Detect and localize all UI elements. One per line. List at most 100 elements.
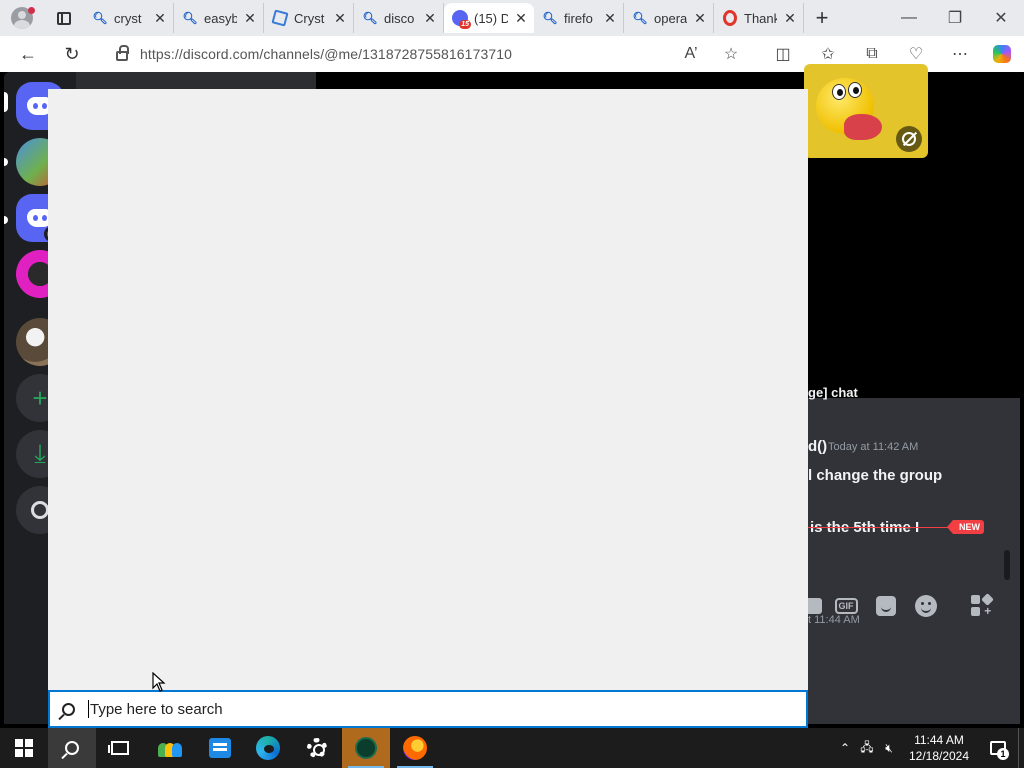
more-menu-button[interactable]: ⋯ [942, 36, 978, 72]
lock-icon[interactable] [104, 45, 140, 61]
collections-icon: ⧉ [866, 45, 878, 62]
close-icon[interactable]: ✕ [333, 10, 347, 27]
tab-thank[interactable]: Thank ✕ [714, 3, 804, 33]
sticker-image[interactable] [804, 64, 928, 158]
settings-button[interactable] [293, 728, 341, 768]
browser-tab-bar: 🔍︎ cryst ✕ 🔍︎ easyb ✕ Cryst ✕ 🔍︎ disco ✕… [0, 0, 1024, 36]
new-tab-button[interactable]: + [804, 0, 840, 36]
refresh-button[interactable]: ↻ [50, 36, 94, 72]
profile-button[interactable] [0, 0, 44, 36]
close-icon[interactable]: ✕ [693, 10, 707, 27]
selected-pill [4, 92, 8, 112]
network-icon[interactable]: 🖧︎ [856, 728, 878, 768]
tab-disco[interactable]: 🔍︎ disco ✕ [354, 3, 444, 33]
clock-date: 12/18/2024 [908, 749, 970, 763]
sticker-button[interactable] [874, 594, 898, 618]
opera-icon [722, 10, 738, 26]
crystal-app-icon [355, 737, 377, 759]
window-controls: — ❐ ✕ [886, 0, 1024, 36]
close-icon[interactable]: ✕ [514, 10, 528, 27]
tab-actions-button[interactable] [44, 0, 84, 36]
clock-time: 11:44 AM [914, 733, 964, 747]
plus-icon: + [32, 382, 48, 413]
apps-icon: + [971, 593, 994, 617]
address-bar[interactable]: https://discord.com/channels/@me/1318728… [104, 40, 754, 68]
windows-taskbar: ⌃ 🖧︎ 🔇︎ 11:44 AM 12/18/2024 1 [0, 728, 1024, 768]
close-window-button[interactable]: ✕ [978, 0, 1024, 36]
tab-label: firefo [564, 10, 593, 26]
favorite-button[interactable]: ☆ [713, 36, 749, 72]
notification-count: 1 [997, 748, 1009, 760]
taskbar-search-button[interactable] [48, 728, 96, 768]
split-screen-button[interactable]: ◫ [765, 36, 801, 72]
system-tray: ⌃ 🖧︎ 🔇︎ 11:44 AM 12/18/2024 1 [834, 728, 1024, 768]
copilot-button[interactable] [984, 36, 1020, 72]
search-icon: 🔍︎ [632, 11, 648, 25]
tab-label: easyb [204, 10, 237, 26]
refresh-icon: ↻ [64, 43, 80, 64]
crystal-icon [271, 9, 289, 27]
search-input[interactable] [89, 700, 689, 718]
firefox-button[interactable] [391, 728, 439, 768]
edge-button[interactable] [244, 728, 292, 768]
tab-easyb[interactable]: 🔍︎ easyb ✕ [174, 3, 264, 33]
clock[interactable]: 11:44 AM 12/18/2024 [900, 732, 978, 764]
star-icon: ☆ [723, 46, 739, 63]
crystal-app-button[interactable] [342, 728, 390, 768]
people-app-button[interactable] [146, 728, 194, 768]
tab-cryst[interactable]: 🔍︎ cryst ✕ [84, 3, 174, 33]
tab-discord[interactable]: (15) D ✕ [444, 3, 534, 33]
back-button[interactable]: ← [6, 36, 50, 72]
people-app-icon [158, 739, 182, 757]
unread-pill [4, 216, 8, 224]
tab-crystal[interactable]: Cryst ✕ [264, 3, 354, 33]
close-icon[interactable]: ✕ [603, 10, 617, 27]
left-eye [832, 84, 846, 100]
gif-button[interactable]: GIF [834, 594, 858, 618]
whiteboard-app-button[interactable] [196, 728, 244, 768]
restore-button[interactable]: ❐ [932, 0, 978, 36]
task-view-button[interactable] [96, 728, 144, 768]
task-view-icon [108, 741, 129, 755]
show-hidden-icons-button[interactable]: ⌃ [834, 728, 856, 768]
tab-firefox[interactable]: 🔍︎ firefo ✕ [534, 3, 624, 33]
close-icon[interactable]: ✕ [783, 10, 797, 27]
apps-button[interactable]: + [970, 593, 994, 618]
message-author[interactable]: d() [808, 438, 827, 455]
show-desktop-button[interactable] [1018, 728, 1024, 768]
gif-icon: GIF [834, 598, 858, 614]
minimize-button[interactable]: — [886, 0, 932, 36]
sticker-icon [876, 596, 896, 616]
start-icon [15, 739, 33, 757]
close-icon[interactable]: ✕ [153, 10, 167, 27]
smile-icon [915, 595, 937, 617]
unread-pill [4, 158, 8, 166]
url-text[interactable]: https://discord.com/channels/@me/1318728… [140, 46, 512, 62]
start-search-panel [48, 89, 808, 690]
search-icon: 🔍︎ [182, 11, 198, 25]
windows-search-box[interactable] [48, 690, 808, 728]
profile-notification-dot [28, 7, 35, 14]
hide-spoiler-icon[interactable] [896, 126, 922, 152]
close-icon[interactable]: ✕ [243, 10, 257, 27]
start-button[interactable] [0, 728, 48, 768]
volume-icon[interactable]: 🔇︎ [878, 728, 900, 768]
search-icon: 🔍︎ [542, 11, 558, 25]
new-badge: NEW [947, 520, 984, 534]
search-icon [65, 741, 79, 755]
read-aloud-button[interactable]: A’ [673, 36, 709, 72]
copilot-icon [993, 45, 1011, 63]
firefox-icon [403, 736, 427, 760]
tongue [844, 114, 882, 140]
tab-opera[interactable]: 🔍︎ opera ✕ [624, 3, 714, 33]
message-timestamp: Today at 11:42 AM [828, 441, 919, 453]
message-text: l change the group [808, 467, 943, 484]
favorites-star-icon: ✩ [821, 46, 835, 63]
tab-label: Thank [744, 10, 777, 26]
emoji-button[interactable] [914, 594, 938, 618]
close-icon[interactable]: ✕ [423, 10, 437, 27]
chat-scrollbar[interactable] [1004, 550, 1010, 580]
notification-center-button[interactable]: 1 [978, 728, 1018, 768]
back-arrow-icon: ← [19, 43, 37, 64]
edge-icon [256, 736, 280, 760]
